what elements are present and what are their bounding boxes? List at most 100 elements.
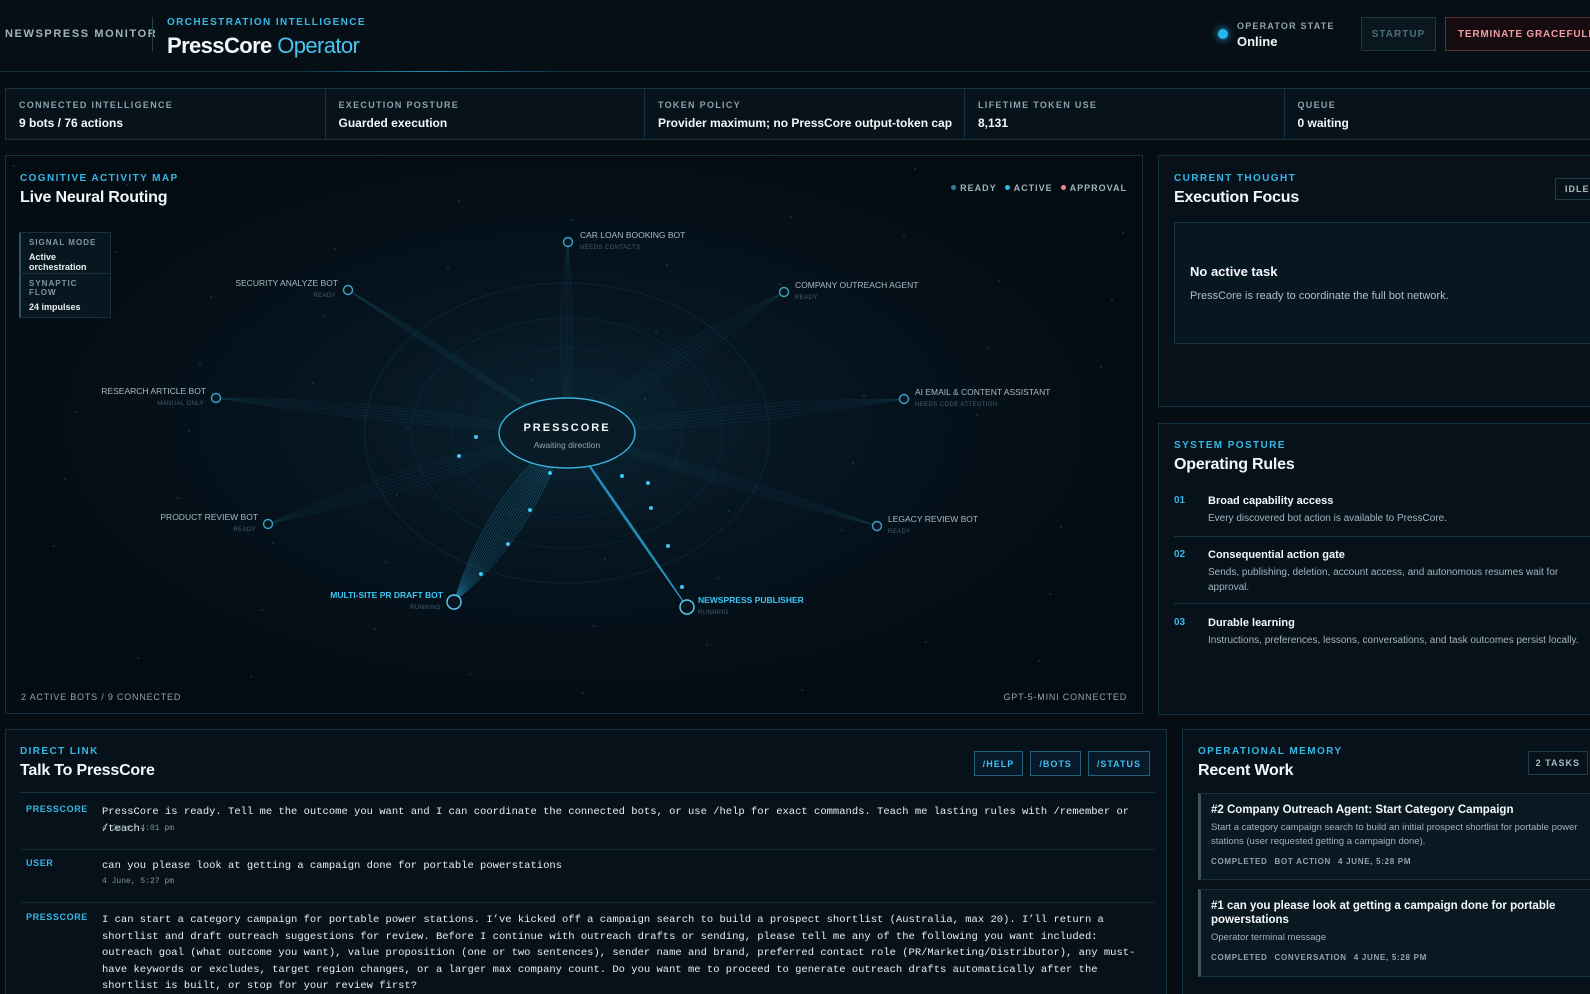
terminate-button[interactable]: TERMINATE GRACEFULLY bbox=[1445, 17, 1590, 51]
rules-eyebrow: SYSTEM POSTURE bbox=[1174, 440, 1286, 451]
bot-node bbox=[262, 518, 274, 530]
core-name: PRESSCORE bbox=[523, 422, 610, 434]
top-header: NEWSPRESS MONITOR ORCHESTRATION INTELLIG… bbox=[0, 0, 1590, 72]
bot-node-label: LEGACY REVIEW BOT bbox=[888, 514, 978, 524]
bot-node bbox=[342, 284, 354, 296]
background-star bbox=[903, 235, 905, 237]
bot-node-status: READY bbox=[313, 293, 336, 299]
legend-dot bbox=[1060, 185, 1066, 190]
background-star bbox=[458, 200, 460, 202]
legend-dot bbox=[1004, 185, 1010, 190]
background-star bbox=[396, 494, 398, 496]
background-star bbox=[779, 283, 781, 285]
signal-mode-card: SIGNAL MODE Active orchestration bbox=[19, 232, 111, 278]
stat-value: 8,131 bbox=[978, 116, 1009, 130]
impulse-dot bbox=[680, 585, 684, 589]
focus-heading: No active task bbox=[1190, 264, 1278, 279]
background-star bbox=[790, 216, 792, 218]
bots-command-button[interactable]: /BOTS bbox=[1030, 751, 1081, 776]
bot-node-status: RUNNING bbox=[698, 610, 729, 616]
impulse-dot bbox=[548, 471, 552, 475]
focus-header: CURRENT THOUGHT Execution Focus bbox=[1174, 173, 1299, 207]
impulse-dot bbox=[646, 481, 650, 485]
tasks-count-badge: 2 TASKS bbox=[1527, 751, 1588, 775]
background-star bbox=[13, 165, 15, 167]
header-divider bbox=[152, 17, 153, 51]
map-title: Live Neural Routing bbox=[20, 189, 168, 206]
map-header: COGNITIVE ACTIVITY MAP Live Neural Routi… bbox=[20, 173, 179, 207]
background-star bbox=[655, 331, 657, 333]
status-command-button[interactable]: /STATUS bbox=[1087, 751, 1150, 776]
startup-button[interactable]: STARTUP bbox=[1361, 17, 1436, 51]
execution-focus-panel: CURRENT THOUGHT Execution Focus IDLE No … bbox=[1158, 155, 1590, 407]
bot-node-label: RESEARCH ARTICLE BOT bbox=[101, 386, 206, 396]
signal-mode-value: Active orchestration bbox=[29, 252, 87, 272]
background-star bbox=[75, 411, 77, 413]
task-card[interactable]: #2 Company Outreach Agent: Start Categor… bbox=[1198, 793, 1590, 880]
impulse-dot bbox=[666, 544, 670, 548]
task-time: 4 JUNE, 5:28 PM bbox=[1353, 953, 1427, 962]
bot-node-status: READY bbox=[795, 295, 818, 301]
stat-token-use: LIFETIME TOKEN USE 8,131 bbox=[965, 89, 1285, 139]
background-star bbox=[447, 267, 449, 269]
rule-description: Every discovered bot action is available… bbox=[1208, 513, 1448, 524]
background-star bbox=[137, 657, 139, 659]
background-star bbox=[334, 248, 336, 250]
bot-node bbox=[898, 393, 910, 405]
background-star bbox=[593, 625, 595, 627]
background-star bbox=[914, 168, 916, 170]
task-card[interactable]: #1 can you please look at getting a camp… bbox=[1198, 889, 1590, 977]
legend-ready: READY bbox=[951, 183, 997, 193]
rule-item: 01 Broad capability access Every discove… bbox=[1174, 495, 1590, 537]
operator-state-label: OPERATOR STATE bbox=[1237, 21, 1335, 31]
stats-bar: CONNECTED INTELLIGENCE 9 bots / 76 actio… bbox=[5, 88, 1590, 140]
stat-execution: EXECUTION POSTURE Guarded execution bbox=[326, 89, 645, 139]
background-star bbox=[976, 414, 978, 416]
task-title: #1 can you please look at getting a camp… bbox=[1211, 900, 1556, 926]
bot-node-label: MULTI-SITE PR DRAFT BOT bbox=[330, 590, 443, 600]
legend-dot bbox=[951, 185, 957, 190]
background-star bbox=[841, 529, 843, 531]
bot-node bbox=[679, 599, 695, 615]
bot-node bbox=[778, 286, 790, 298]
rule-item: 02 Consequential action gate Sends, publ… bbox=[1174, 549, 1590, 604]
impulse-dot bbox=[474, 435, 478, 439]
background-star bbox=[115, 251, 117, 253]
task-kind: BOT ACTION bbox=[1274, 857, 1332, 866]
background-star bbox=[998, 280, 1000, 282]
stat-value: Guarded execution bbox=[338, 116, 448, 130]
rule-number: 02 bbox=[1174, 549, 1186, 560]
background-star bbox=[469, 673, 471, 675]
background-star bbox=[177, 497, 179, 499]
message-text: PressCore is ready. Tell me the outcome … bbox=[102, 806, 1130, 835]
background-star bbox=[509, 513, 511, 515]
background-star bbox=[374, 628, 376, 630]
background-star bbox=[323, 315, 325, 317]
bot-node-status: READY bbox=[888, 529, 911, 535]
background-star bbox=[1111, 299, 1113, 301]
brand-name: NEWSPRESS MONITOR bbox=[5, 28, 158, 40]
stat-label: TOKEN POLICY bbox=[658, 100, 741, 110]
impulse-dot bbox=[457, 454, 461, 458]
impulse-dot bbox=[506, 542, 510, 546]
rule-title: Consequential action gate bbox=[1208, 549, 1345, 561]
legend-approval: APPROVAL bbox=[1060, 183, 1127, 193]
chat-message: PRESSCORE PressCore is ready. Tell me th… bbox=[20, 804, 1155, 850]
impulse-dot bbox=[528, 508, 532, 512]
bot-node-status: RUNNING bbox=[410, 605, 441, 611]
bot-node-status: NEEDS CONTACTS bbox=[580, 245, 641, 251]
help-command-button[interactable]: /HELP bbox=[973, 751, 1024, 776]
background-star bbox=[644, 398, 646, 400]
background-star bbox=[250, 676, 252, 678]
focus-box: No active task PressCore is ready to coo… bbox=[1174, 222, 1590, 344]
memory-header: OPERATIONAL MEMORY Recent Work bbox=[1198, 746, 1342, 780]
app-title-accent: Operator bbox=[277, 33, 360, 58]
synaptic-flow-label: SYNAPTIC FLOW bbox=[29, 279, 78, 297]
core-status: Awaiting direction bbox=[534, 440, 601, 450]
bot-node bbox=[210, 392, 222, 404]
bot-node-status: NEEDS CODE ATTENTION bbox=[915, 402, 998, 408]
background-star bbox=[1122, 232, 1124, 234]
rule-number: 01 bbox=[1174, 495, 1186, 506]
background-star bbox=[717, 577, 719, 579]
stat-label: CONNECTED INTELLIGENCE bbox=[19, 100, 174, 110]
